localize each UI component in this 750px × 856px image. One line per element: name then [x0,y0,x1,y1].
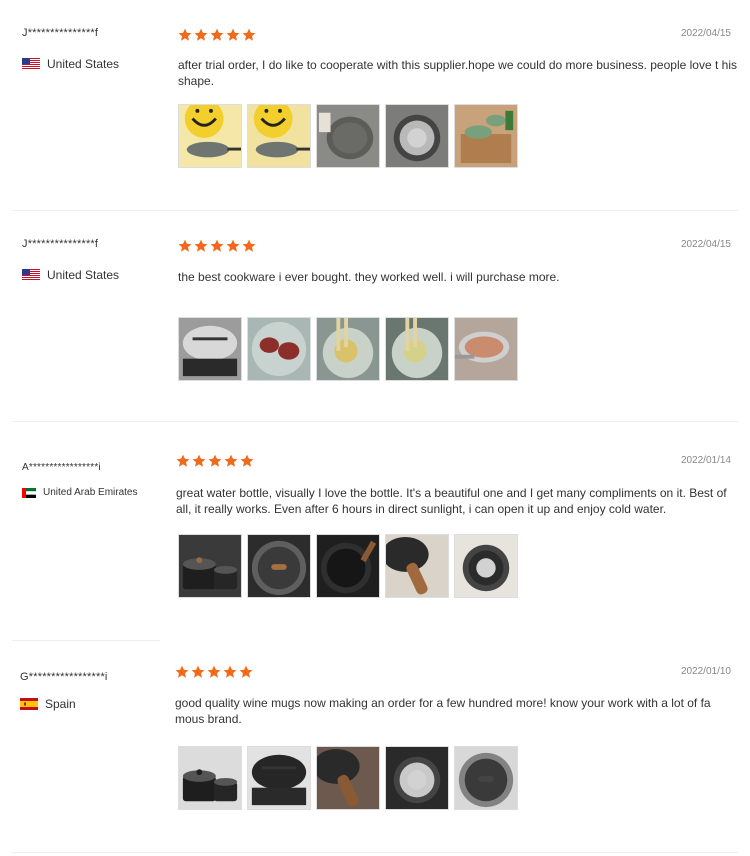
star-icon [192,454,206,467]
country-label: United Arab Emirates [43,487,138,498]
boiling-pot-photo[interactable] [454,317,518,381]
star-rating [178,239,256,253]
review-text: the best cookware i ever bought. they wo… [178,270,560,284]
reviewer-country: United States [22,57,119,71]
star-icon [226,239,240,252]
star-icon [208,454,222,467]
star-icon [226,28,240,41]
pan-handle-photo[interactable] [316,746,380,810]
review-item: G*****************i Spain 2022/01/10 goo… [0,641,750,856]
country-label: Spain [45,697,76,711]
review-item: J***************f United States 2022/04/… [0,0,750,210]
star-icon [210,239,224,252]
star-icon [176,454,190,467]
star-rating [175,665,253,679]
review-text: good quality wine mugs now making an ord… [175,696,711,726]
country-label: United States [47,268,120,282]
smiley-pan-photo[interactable] [178,104,242,168]
pan-bottom-photo[interactable] [385,746,449,810]
steak-pan-photo[interactable] [247,317,311,381]
pot-set-photo[interactable] [178,534,242,598]
star-icon [175,665,189,678]
star-rating [178,28,256,42]
star-icon [207,665,221,678]
review-date: 2022/01/14 [680,455,731,466]
country-label: United States [47,57,120,71]
star-icon [194,28,208,41]
cooking-pan-photo[interactable] [316,317,380,381]
star-rating [176,454,254,468]
star-icon [178,239,192,252]
lidded-pot-photo[interactable] [247,746,311,810]
star-icon [240,454,254,467]
star-icon [191,665,205,678]
uae-flag-icon [22,487,36,498]
review-images [178,104,518,168]
star-icon [194,239,208,252]
pan-handle-photo[interactable] [385,534,449,598]
review-date: 2022/01/10 [680,666,731,677]
star-icon [242,28,256,41]
cookware-set-photo[interactable] [454,104,518,168]
reviewer-country: United States [22,268,119,282]
star-icon [178,28,192,41]
lidded-pot-photo[interactable] [178,317,242,381]
star-icon [239,665,253,678]
review-text: great water bottle, visually I love the … [176,486,727,516]
review-images [178,317,518,381]
review-images [178,746,518,810]
glass-lid-photo[interactable] [247,534,311,598]
glass-lid-photo[interactable] [454,746,518,810]
star-icon [224,454,238,467]
review-date: 2022/04/15 [680,239,731,250]
divider [12,852,738,853]
star-icon [210,28,224,41]
pan-photo[interactable] [316,104,380,168]
reviewer-name: A*****************i [22,462,101,473]
review-images [178,534,518,598]
review-date: 2022/04/15 [680,28,731,39]
reviewer-name: G*****************i [20,671,108,683]
reviewer-country: United Arab Emirates [22,487,138,498]
reviewer-name: J***************f [22,238,99,250]
smiley-pan-photo[interactable] [247,104,311,168]
cooking-pan-photo[interactable] [385,317,449,381]
review-text: after trial order, I do like to cooperat… [178,58,737,88]
frying-pan-photo[interactable] [316,534,380,598]
pan-bottom-photo[interactable] [385,104,449,168]
star-icon [242,239,256,252]
pot-set-photo[interactable] [178,746,242,810]
review-item: J***************f United States 2022/04/… [0,211,750,421]
review-item: A*****************i United Arab Emirates… [0,422,750,640]
reviewer-name: J***************f [22,27,99,39]
spain-flag-icon [20,698,38,710]
pan-bottom-photo[interactable] [454,534,518,598]
reviewer-country: Spain [20,697,76,711]
star-icon [223,665,237,678]
us-flag-icon [22,58,40,70]
us-flag-icon [22,269,40,281]
